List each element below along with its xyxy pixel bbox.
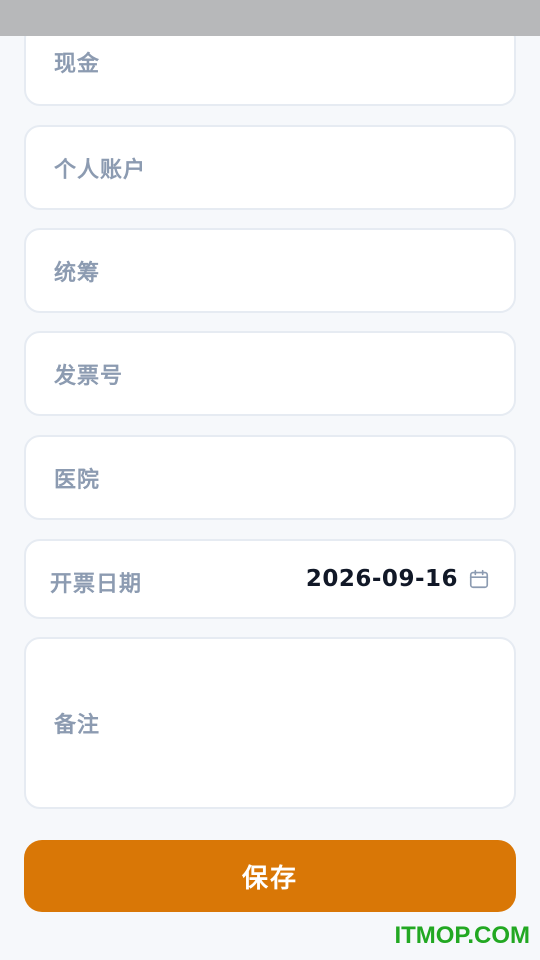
personal-account-field[interactable]: 个人账户 bbox=[24, 125, 516, 210]
invoice-number-field[interactable]: 发票号 bbox=[24, 331, 516, 416]
invoice-date-field[interactable]: 开票日期 2026-09-16 bbox=[24, 539, 516, 619]
save-button[interactable]: 保存 bbox=[24, 840, 516, 912]
calendar-icon[interactable] bbox=[468, 568, 490, 590]
watermark-logo: ITMOP.COM bbox=[394, 922, 530, 949]
personal-account-placeholder: 个人账户 bbox=[54, 157, 147, 183]
remark-placeholder: 备注 bbox=[54, 713, 101, 738]
remark-field[interactable]: 备注 bbox=[24, 637, 516, 809]
invoice-date-value: 2026-09-16 bbox=[305, 566, 458, 592]
cash-placeholder: 现金 bbox=[54, 52, 101, 77]
invoice-date-label: 开票日期 bbox=[50, 572, 143, 597]
invoice-date-picker[interactable]: 2026-09-16 bbox=[306, 566, 490, 592]
pooled-fund-field[interactable]: 统筹 bbox=[24, 228, 516, 313]
pooled-fund-placeholder: 统筹 bbox=[54, 260, 101, 286]
status-bar bbox=[0, 0, 540, 36]
hospital-placeholder: 医院 bbox=[54, 467, 101, 493]
hospital-field[interactable]: 医院 bbox=[24, 435, 516, 520]
invoice-number-placeholder: 发票号 bbox=[54, 363, 124, 389]
